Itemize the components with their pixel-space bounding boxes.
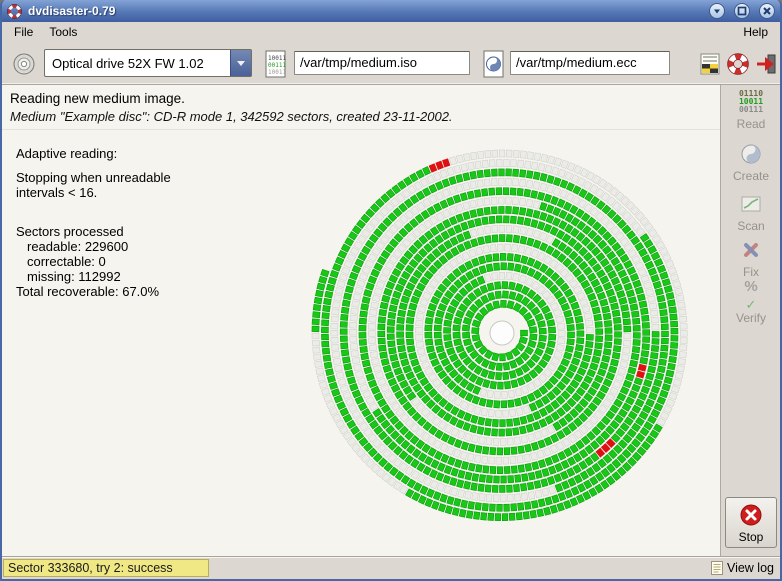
minimize-icon (711, 5, 723, 17)
close-button[interactable] (759, 3, 775, 19)
fix-tools-icon (725, 237, 777, 263)
drive-select-arrow-button[interactable] (230, 50, 251, 76)
percent-glyph: % (744, 278, 757, 296)
image-file-icon: 10011 00111 10011 (265, 50, 286, 78)
read-binary-icon: 01110 10011 00111 (725, 89, 777, 115)
main-panel: Adaptive reading: Stopping when unreadab… (2, 129, 720, 556)
statusbar: Sector 333680, try 2: success View log (2, 556, 780, 577)
window-title: dvdisaster-0.79 (28, 4, 115, 18)
correctable-count: correctable: 0 (16, 254, 171, 269)
reading-info-panel: Adaptive reading: Stopping when unreadab… (16, 146, 171, 299)
ecc-file-icon (483, 50, 504, 78)
chevron-down-icon (237, 61, 245, 66)
drive-select-value: Optical drive 52X FW 1.02 (45, 56, 230, 71)
binary-row: 00111 (268, 62, 286, 69)
sector-spiral-wrap (232, 132, 720, 556)
binary-row: 10011 (268, 69, 286, 76)
stop-button-label: Stop (726, 530, 776, 544)
drive-icon (12, 52, 36, 76)
exit-door-icon (755, 53, 777, 75)
menubar: File Tools Help (2, 22, 780, 42)
create-icon (725, 141, 777, 167)
maximize-button[interactable] (734, 3, 750, 19)
view-log-button[interactable]: View log (711, 559, 774, 577)
iso-path-input[interactable]: /var/tmp/medium.iso (294, 51, 470, 75)
maximize-icon (736, 5, 748, 17)
status-header: Reading new medium image. Medium "Exampl… (2, 85, 720, 129)
app-icon (7, 4, 22, 19)
stopping-line2: intervals < 16. (16, 185, 171, 200)
drive-select[interactable]: Optical drive 52X FW 1.02 (44, 49, 252, 77)
scan-button[interactable]: Scan (725, 191, 777, 233)
fix-button[interactable]: Fix (725, 237, 777, 279)
check-glyph: ✓ (746, 296, 757, 314)
operation-title: Reading new medium image. (10, 91, 185, 106)
sector-spiral (232, 132, 720, 556)
total-recoverable: Total recoverable: 67.0% (16, 284, 171, 299)
create-button-label: Create (725, 169, 777, 183)
scan-button-label: Scan (725, 219, 777, 233)
app-window: dvdisaster-0.79 File Tools Help Optical … (0, 0, 782, 581)
preferences-button[interactable] (698, 50, 722, 78)
iso-file-icon-wrap: 10011 00111 10011 (262, 49, 288, 79)
medium-info: Medium "Example disc": CD-R mode 1, 3425… (10, 109, 453, 124)
scan-chart-icon (725, 191, 777, 217)
titlebar[interactable]: dvdisaster-0.79 (2, 0, 780, 22)
menu-tools[interactable]: Tools (41, 23, 85, 41)
menu-help[interactable]: Help (735, 23, 776, 41)
spacer (16, 161, 171, 170)
menu-file[interactable]: File (6, 23, 41, 41)
close-icon (761, 5, 773, 17)
log-page-icon (711, 561, 723, 575)
view-log-label: View log (727, 561, 774, 575)
create-button[interactable]: Create (725, 141, 777, 183)
sectors-processed-title: Sectors processed (16, 224, 171, 239)
read-button[interactable]: 01110 10011 00111 Read (725, 89, 777, 131)
help-button[interactable] (726, 50, 750, 78)
ecc-file-icon-wrap (480, 49, 506, 79)
read-button-label: Read (725, 117, 777, 131)
ecc-path-input[interactable]: /var/tmp/medium.ecc (510, 51, 670, 75)
action-sidebar: 01110 10011 00111 Read Create (720, 85, 780, 556)
fix-button-label: Fix (725, 265, 777, 279)
preferences-icon (700, 53, 720, 75)
readable-count: readable: 229600 (16, 239, 171, 254)
stopping-line1: Stopping when unreadable (16, 170, 171, 185)
toolbar: Optical drive 52X FW 1.02 10011 00111 10… (2, 42, 780, 85)
stop-icon (726, 502, 776, 528)
lifebelt-help-icon (727, 53, 749, 75)
quit-button[interactable] (754, 50, 778, 78)
binary-row: 00111 (739, 106, 763, 114)
stop-button[interactable]: Stop (725, 497, 777, 548)
verify-percent-icon: %✓ (725, 283, 777, 309)
binary-row: 10011 (268, 55, 286, 62)
drive-button[interactable] (10, 50, 38, 78)
verify-button[interactable]: %✓ Verify (725, 283, 777, 325)
status-message: Sector 333680, try 2: success (3, 559, 209, 577)
spacer (16, 200, 171, 224)
minimize-button[interactable] (709, 3, 725, 19)
missing-count: missing: 112992 (16, 269, 171, 284)
adaptive-reading-title: Adaptive reading: (16, 146, 171, 161)
